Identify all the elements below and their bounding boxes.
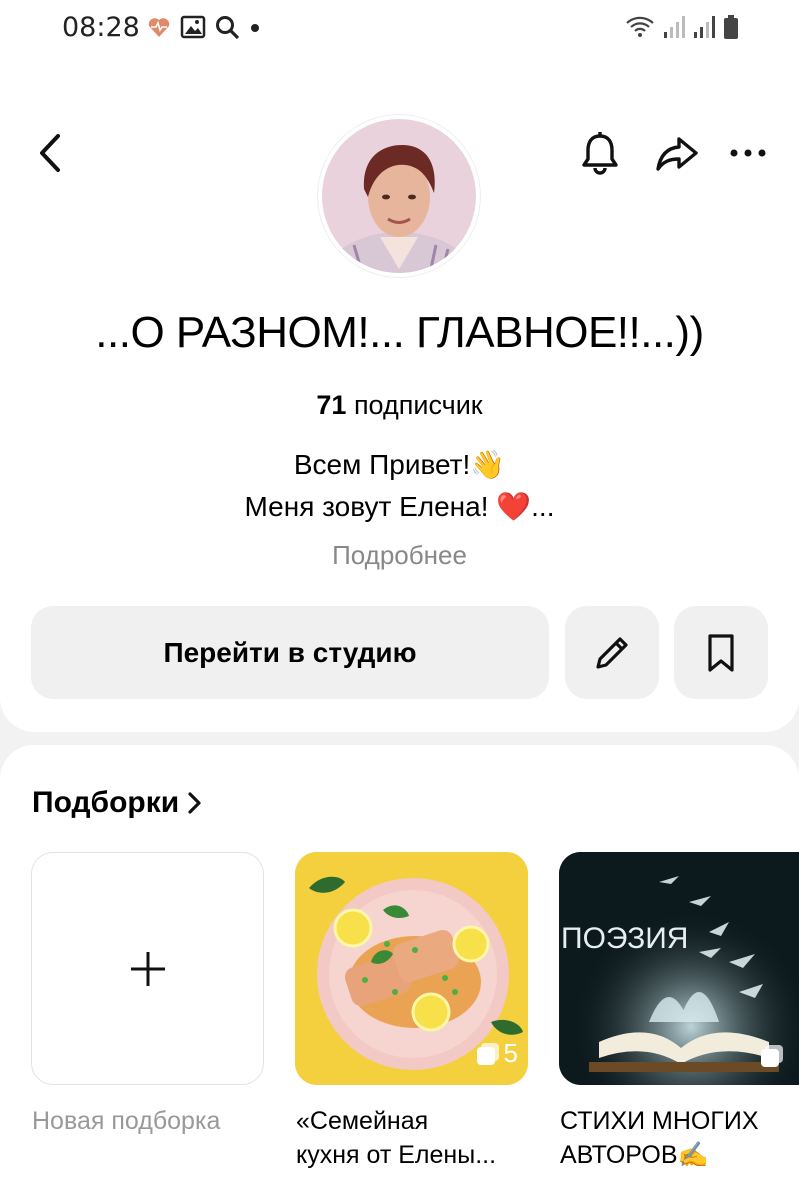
signal-icon <box>694 16 715 38</box>
subscribers-number: 71 <box>316 390 347 420</box>
collection-title-line: кухня от Елены... <box>296 1141 497 1169</box>
bookmark-icon <box>708 633 734 672</box>
dot-icon <box>251 24 259 32</box>
description-line-2: Меня зовут Елена! ❤️... <box>244 491 555 522</box>
avatar-image <box>322 119 476 273</box>
subscribers-count[interactable]: 71 подписчик <box>0 390 799 421</box>
description-line-1: Всем Привет!👋 <box>293 449 506 480</box>
gallery-icon <box>180 15 206 39</box>
battery-icon <box>724 15 738 39</box>
signal-icon <box>664 16 685 38</box>
collection-title-line: «Семейная <box>296 1107 429 1135</box>
avatar[interactable] <box>322 119 476 273</box>
more-dots-icon <box>730 149 766 157</box>
collection-title-poetry[interactable]: СТИХИ МНОГИХ АВТОРОВ✍️ <box>560 1104 799 1172</box>
bell-icon <box>582 132 618 175</box>
new-collection-label: Новая подборка <box>32 1107 221 1135</box>
avatar-ring <box>318 115 480 277</box>
collection-title-family-kitchen[interactable]: «Семейная кухня от Елены... <box>296 1104 526 1172</box>
status-bar: 08:28 <box>0 0 799 60</box>
collection-title-line: АВТОРОВ✍️ <box>560 1141 709 1169</box>
chevron-left-icon <box>40 134 60 172</box>
wifi-icon <box>626 16 654 37</box>
collection-tile-poetry[interactable]: ПОЭЗИЯ <box>559 852 799 1085</box>
channel-title: ...О РАЗНОМ!... ГЛАВНОЕ!!...)) <box>95 308 704 357</box>
share-button[interactable] <box>652 128 702 178</box>
collection-tile-family-kitchen[interactable]: 5 <box>295 852 528 1085</box>
new-collection-tile[interactable] <box>31 852 264 1085</box>
back-button[interactable] <box>30 128 70 178</box>
plus-icon <box>130 951 165 986</box>
pencil-icon <box>596 636 628 669</box>
go-to-studio-button[interactable]: Перейти в студию <box>31 606 549 699</box>
collections-header[interactable]: Подборки <box>32 786 203 820</box>
chevron-right-icon <box>188 792 201 814</box>
collection-count-badge: 5 <box>475 1038 518 1069</box>
search-icon <box>216 16 240 40</box>
stack-icon <box>476 1042 499 1065</box>
collection-title-line: СТИХИ МНОГИХ <box>560 1107 759 1135</box>
share-icon <box>656 137 698 171</box>
subscribers-label: подписчик <box>353 390 483 420</box>
status-time: 08:28 <box>62 12 140 43</box>
notifications-button[interactable] <box>578 128 622 178</box>
health-heart-icon <box>148 18 170 37</box>
collection-count-badge <box>759 1043 785 1069</box>
poetry-image-text: ПОЭЗИЯ <box>561 922 688 955</box>
stack-icon <box>761 1045 783 1067</box>
collection-count: 5 <box>503 1038 518 1068</box>
edit-button[interactable] <box>565 606 659 699</box>
more-options-button[interactable] <box>726 128 770 178</box>
collections-title: Подборки <box>32 786 180 819</box>
bookmark-button[interactable] <box>674 606 768 699</box>
more-info-link[interactable]: Подробнее <box>0 540 799 571</box>
